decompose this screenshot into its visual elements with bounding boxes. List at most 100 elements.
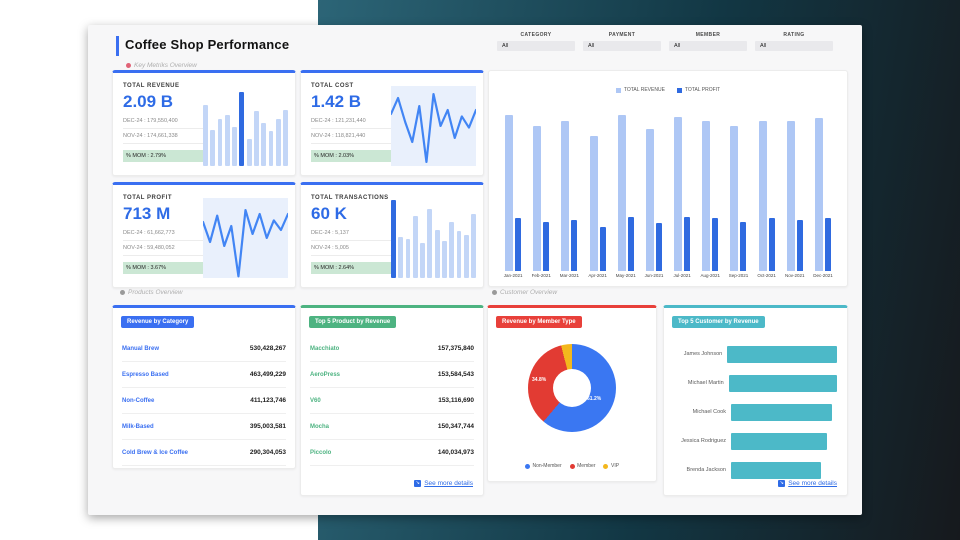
legend-swatch-profit-icon [676, 87, 682, 93]
spark-bar [261, 123, 267, 166]
filter-payment-label: PAYMENT [608, 32, 636, 38]
filter-member-label: MEMBER [695, 32, 721, 38]
top-customer-card: Top 5 Customer by Revenue James Johnson M… [663, 305, 848, 496]
section-customers: Customer Overview [492, 289, 557, 296]
bar-group-May-2021[interactable] [612, 109, 640, 271]
row-name: Mocha [310, 423, 330, 430]
product-table: Macchiato 157,375,840 AeroPress 153,584,543… [310, 336, 474, 466]
bar-group-Feb-2021[interactable] [527, 109, 555, 271]
spark-bar [405, 239, 411, 278]
customer-revenue-bar[interactable] [731, 433, 827, 450]
bar-group-Mar-2021[interactable] [555, 109, 583, 271]
spark-bar [456, 231, 462, 278]
plant-icon [120, 290, 125, 295]
spark-bar [449, 221, 455, 278]
filter-member: MEMBER All [669, 32, 747, 51]
revenue-bar[interactable] [758, 120, 767, 271]
bar-group-Oct-2021[interactable] [753, 109, 781, 271]
revenue-bar[interactable] [561, 120, 570, 271]
bar-group-Dec-2021[interactable] [809, 109, 837, 271]
row-value: 153,116,690 [438, 397, 474, 404]
row-name: Cold Brew & Ice Coffee [122, 449, 189, 456]
customer-revenue-bar[interactable] [728, 375, 837, 392]
profit-bar[interactable] [515, 218, 522, 271]
customer-revenue-bar[interactable] [731, 404, 833, 421]
x-axis-label: Jul-2021 [673, 273, 691, 278]
profit-bar[interactable] [684, 217, 691, 271]
external-link-icon: ↘ [778, 480, 786, 487]
row-value: 140,034,973 [437, 449, 474, 456]
revenue-bar[interactable] [505, 115, 514, 271]
revenue-bar[interactable] [589, 135, 598, 271]
profit-bar[interactable] [543, 221, 550, 271]
profit-sparkline[interactable] [203, 198, 288, 278]
filter-rating-dropdown[interactable]: All [755, 41, 833, 51]
kpi-value: 2.09 B [123, 92, 174, 111]
kpi-value: 713 M [123, 204, 171, 223]
profit-bar[interactable] [824, 218, 831, 271]
spark-bar [420, 242, 425, 278]
row-value: 411,123,746 [250, 397, 286, 404]
revenue-bar[interactable] [814, 118, 823, 271]
filter-category: CATEGORY All [497, 32, 575, 51]
revenue-bar[interactable] [702, 120, 711, 271]
revenue-bar[interactable] [674, 117, 683, 271]
revenue-by-category-badge: Revenue by Category [121, 316, 195, 328]
bar-group-Jan-2021[interactable] [499, 109, 527, 271]
filter-rating: RATING All [755, 32, 833, 51]
customer-see-more-link[interactable]: ↘ See more details [778, 480, 837, 487]
revenue-bar[interactable] [645, 129, 654, 271]
row-value: 395,003,581 [249, 423, 286, 430]
x-axis-label: Jan-2021 [503, 273, 523, 278]
kpi-prev-month: NOV-24 : 118,821,440 [311, 133, 393, 144]
bar-group-Nov-2021[interactable] [781, 109, 809, 271]
profit-bar[interactable] [655, 223, 662, 271]
spark-bar [210, 130, 216, 166]
revenue-bar[interactable] [730, 125, 739, 271]
kpi-value: 1.42 B [311, 92, 362, 111]
profit-bar[interactable] [740, 221, 747, 271]
cost-sparkline[interactable] [391, 86, 476, 166]
spark-bar [427, 209, 433, 278]
kpi-prev-month: NOV-24 : 174,661,338 [123, 133, 205, 144]
profit-bar[interactable] [571, 220, 578, 271]
customer-revenue-bar[interactable] [731, 462, 821, 479]
x-axis-label: Apr-2021 [588, 273, 607, 278]
row-name: Piccolo [310, 449, 332, 456]
customer-revenue-bar[interactable] [727, 346, 837, 363]
table-row: Espresso Based 463,499,229 [122, 362, 286, 388]
row-value: 530,428,267 [249, 345, 286, 352]
transactions-sparkline-bars[interactable] [391, 198, 477, 278]
table-row: Milk-Based 395,003,581 [122, 414, 286, 440]
bar-group-Aug-2021[interactable] [696, 109, 724, 271]
filter-category-dropdown[interactable]: All [497, 41, 575, 51]
profit-bar[interactable] [712, 218, 719, 271]
product-see-more-link[interactable]: ↘ See more details [414, 480, 473, 487]
profit-bar[interactable] [796, 220, 803, 271]
category-table: Manual Brew 530,428,267 Espresso Based 463,… [122, 336, 286, 466]
bar-group-Sep-2021[interactable] [724, 109, 752, 271]
kpi-mom-change: % MOM : 2.64% [311, 262, 394, 274]
member-type-donut-chart[interactable]: 61.2% 34.8% [528, 344, 616, 432]
bar-group-Apr-2021[interactable] [584, 109, 612, 271]
spark-bar [254, 111, 259, 166]
spark-bar [463, 235, 469, 278]
profit-bar[interactable] [627, 217, 634, 271]
customer-name: Brenda Jackson [686, 467, 726, 474]
revenue-bar[interactable] [786, 121, 795, 271]
revenue-bar[interactable] [617, 115, 626, 271]
bar-group-Jun-2021[interactable] [640, 109, 668, 271]
x-axis-label: Mar-2021 [559, 273, 580, 278]
revenue-sparkline-bars[interactable] [203, 86, 289, 166]
customer-name: Michael Martin [687, 380, 724, 387]
revenue-bar[interactable] [533, 125, 542, 271]
row-name: Espresso Based [122, 371, 169, 378]
bar-group-Jul-2021[interactable] [668, 109, 696, 271]
customer-row: James Johnson [672, 340, 837, 369]
kpi-total-profit: TOTAL PROFIT 713 M DEC-24 : 61,662,773 N… [112, 182, 296, 288]
filter-member-dropdown[interactable]: All [669, 41, 747, 51]
filter-payment-dropdown[interactable]: All [583, 41, 661, 51]
kpi-current-month: DEC-24 : 121,231,440 [311, 118, 393, 129]
profit-bar[interactable] [768, 218, 775, 271]
profit-bar[interactable] [599, 226, 606, 271]
